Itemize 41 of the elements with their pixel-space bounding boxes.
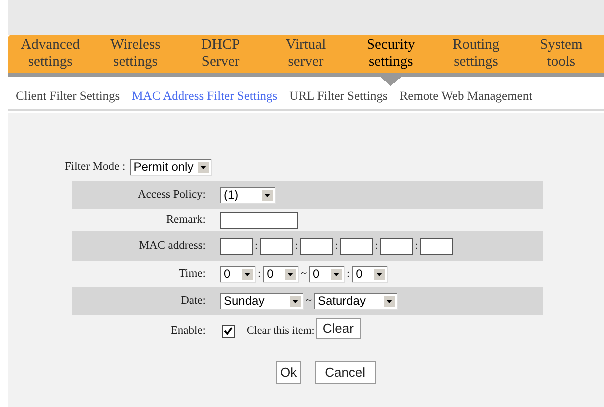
dropdown[interactable]: Saturday [314, 292, 398, 310]
remark-field[interactable] [220, 212, 298, 228]
action-button[interactable]: Ok [276, 361, 302, 384]
mac-field[interactable] [300, 238, 334, 254]
mac-field[interactable] [420, 238, 454, 254]
field-label: Remark: [165, 214, 207, 226]
clear-button[interactable]: Clear [316, 318, 361, 338]
dropdown[interactable]: (1) [220, 186, 276, 204]
separator: : [334, 240, 340, 252]
separator: : [374, 240, 380, 252]
dropdown[interactable]: Sunday [220, 292, 304, 310]
mac-field[interactable] [380, 238, 414, 254]
field-label: Time: [178, 268, 207, 280]
mac-field[interactable] [260, 238, 294, 254]
clear-label: Clear this item: [247, 325, 315, 337]
sub-tab[interactable]: Remote Web Management [400, 89, 533, 109]
separator: : [254, 240, 260, 252]
field-label: Filter Mode : [65, 161, 126, 173]
separator: ~ [305, 295, 313, 307]
field-label: Access Policy: [136, 189, 207, 201]
dropdown[interactable]: 0 [263, 266, 300, 282]
enable-checkbox[interactable] [222, 324, 235, 338]
separator: : [346, 268, 352, 280]
sub-tab[interactable]: Client Filter Settings [16, 89, 120, 109]
mac-field[interactable] [340, 238, 374, 254]
mac-field[interactable] [220, 238, 253, 254]
separator: : [414, 240, 420, 252]
dropdown[interactable]: 0 [352, 266, 388, 282]
action-button[interactable]: Cancel [315, 361, 376, 384]
nav-tab[interactable]: Security settings [348, 35, 434, 86]
dropdown[interactable]: 0 [309, 266, 346, 282]
sub-tab[interactable]: MAC Address Filter Settings [132, 89, 278, 109]
field-label: Date: [180, 295, 207, 307]
separator: : [294, 240, 300, 252]
separator: ~ [300, 268, 308, 280]
field-label: MAC address: [138, 240, 207, 252]
dropdown[interactable]: 0 [220, 266, 256, 282]
dropdown[interactable]: Permit only [130, 158, 212, 176]
sub-tab[interactable]: URL Filter Settings [290, 89, 388, 109]
separator: : [257, 268, 262, 280]
field-label: Enable: [170, 325, 207, 337]
